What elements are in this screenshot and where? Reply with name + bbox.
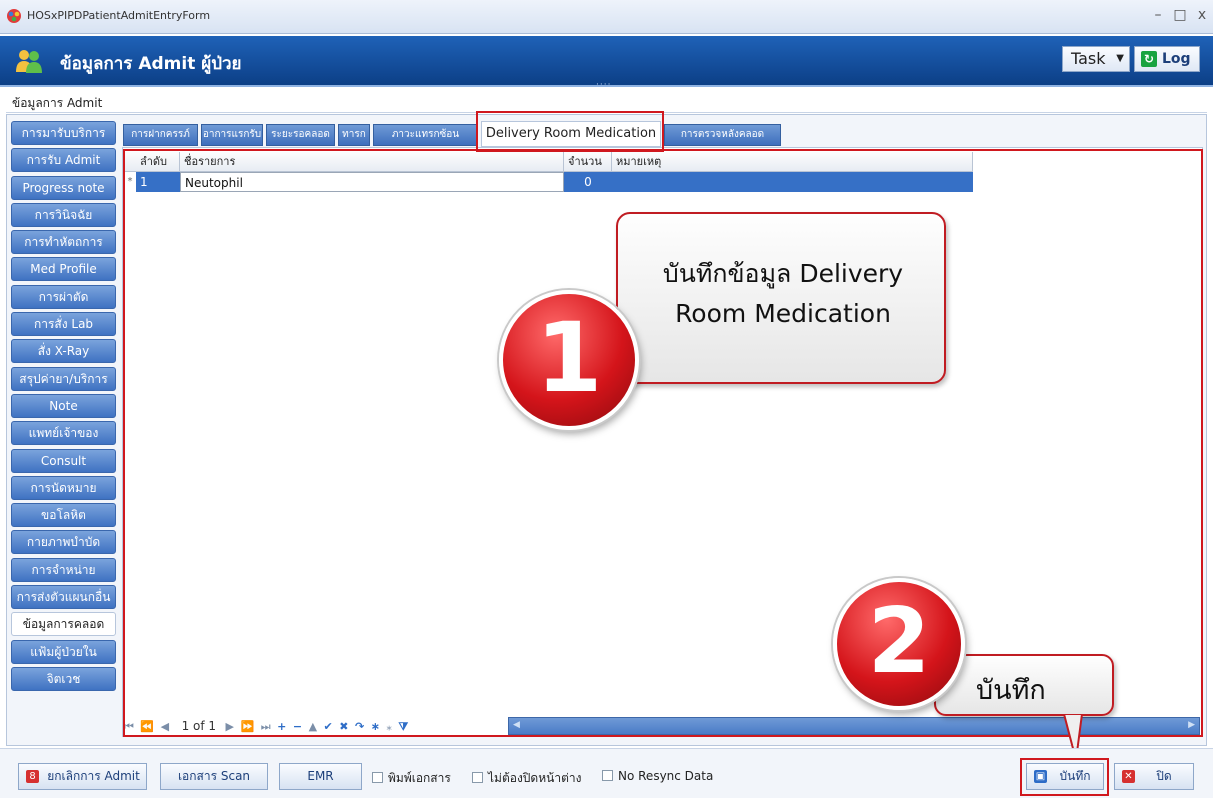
patients-icon xyxy=(16,50,42,73)
tab-admission-symptoms[interactable]: อาการแรกรับ xyxy=(201,124,263,146)
sidebar-item-psychiatry[interactable]: จิตเวช xyxy=(11,666,116,691)
sidebar-item-ipd-file[interactable]: แฟ้มผู้ป่วยใน xyxy=(11,639,116,664)
callout-step-1-text: บันทึกข้อมูล Delivery Room Medication xyxy=(618,254,948,334)
sidebar-item-visit[interactable]: การมารับบริการ xyxy=(11,121,116,145)
sidebar-item-surgery[interactable]: การผ่าตัด xyxy=(11,284,116,309)
window-close-button[interactable]: x xyxy=(1194,7,1210,23)
sidebar-item-note[interactable]: Note xyxy=(11,393,116,418)
sidebar-item-transfer[interactable]: การส่งตัวแผนกอื่น xyxy=(11,585,116,610)
callout-step-1-line2: Room Medication xyxy=(675,299,891,328)
callout-step-2-text: บันทึก xyxy=(976,675,1046,706)
print-documents-checkbox[interactable]: พิมพ์เอกสาร xyxy=(372,769,451,788)
window-titlebar: HOSxPIPDPatientAdmitEntryForm – □ x xyxy=(0,0,1213,34)
sidebar-item-cost-summary[interactable]: สรุปค่ายา/บริการ xyxy=(11,366,116,391)
close-icon: ✕ xyxy=(1122,770,1135,783)
chevron-down-icon: ▼ xyxy=(1116,53,1124,64)
sidebar-item-diagnosis[interactable]: การวินิจฉัย xyxy=(11,202,116,227)
checkbox-box[interactable] xyxy=(372,772,383,783)
log-button[interactable]: ↻ Log xyxy=(1134,46,1200,72)
print-documents-label: พิมพ์เอกสาร xyxy=(388,771,451,785)
task-label: Task xyxy=(1071,49,1106,68)
save-highlight xyxy=(1020,758,1109,796)
sidebar-item-attending-doctor[interactable]: แพทย์เจ้าของ xyxy=(11,421,116,446)
tab-antenatal[interactable]: การฝากครรภ์ xyxy=(123,124,198,146)
maximize-button[interactable]: □ xyxy=(1172,7,1188,23)
sidebar-item-discharge[interactable]: การจำหน่าย xyxy=(11,557,116,582)
form-title: ข้อมูลการ Admit ผู้ป่วย xyxy=(60,54,242,74)
keep-window-open-checkbox[interactable]: ไม่ต้องปิดหน้าต่าง xyxy=(472,769,581,788)
checkbox-box[interactable] xyxy=(472,772,483,783)
sidebar-item-physiotherapy[interactable]: กายภาพบำบัด xyxy=(11,530,116,555)
log-label: Log xyxy=(1162,51,1191,67)
keep-window-open-label: ไม่ต้องปิดหน้าต่าง xyxy=(488,771,582,785)
cancel-admit-label: ยกเลิกการ Admit xyxy=(47,769,140,783)
splitter-grip[interactable]: ···· xyxy=(596,80,611,90)
close-button[interactable]: ✕ ปิด xyxy=(1114,763,1194,790)
close-label: ปิด xyxy=(1156,769,1172,783)
sidebar-item-blood-request[interactable]: ขอโลหิต xyxy=(11,503,116,528)
emr-button[interactable]: EMR xyxy=(279,763,362,790)
cancel-admit-button[interactable]: 8 ยกเลิกการ Admit xyxy=(18,763,147,790)
tab-newborn[interactable]: ทารก xyxy=(338,124,370,146)
checkbox-box[interactable] xyxy=(602,770,613,781)
callout-step-1: บันทึกข้อมูล Delivery Room Medication xyxy=(616,212,946,384)
sidebar-item-med-profile[interactable]: Med Profile xyxy=(11,257,116,282)
sidebar-item-appointment[interactable]: การนัดหมาย xyxy=(11,475,116,500)
sidebar: การมารับบริการ การรับ Admit Progress not… xyxy=(11,121,119,694)
step-1-badge: 1 xyxy=(499,290,639,430)
tab-labor-stage[interactable]: ระยะรอคลอด xyxy=(266,124,335,146)
tab-highlight xyxy=(476,111,664,152)
sidebar-item-xray-order[interactable]: สั่ง X-Ray xyxy=(11,339,116,364)
sidebar-item-lab-order[interactable]: การสั่ง Lab xyxy=(11,312,116,337)
scan-documents-button[interactable]: เอกสาร Scan xyxy=(160,763,268,790)
callout-step-1-line1: บันทึกข้อมูล Delivery xyxy=(662,259,904,288)
minimize-button[interactable]: – xyxy=(1150,7,1166,23)
group-label: ข้อมูลการ Admit xyxy=(12,96,103,110)
sidebar-item-procedures[interactable]: การทำหัตถการ xyxy=(11,230,116,255)
tab-complications[interactable]: ภาวะแทรกซ้อน xyxy=(373,124,478,146)
log-icon: ↻ xyxy=(1141,51,1157,67)
tab-postpartum-exam[interactable]: การตรวจหลังคลอด xyxy=(664,124,781,146)
sidebar-item-progress-note[interactable]: Progress note xyxy=(11,175,116,200)
no-resync-label: No Resync Data xyxy=(618,769,714,783)
sidebar-item-delivery[interactable]: ข้อมูลการคลอด xyxy=(11,612,116,637)
window-title: HOSxPIPDPatientAdmitEntryForm xyxy=(27,9,211,22)
task-dropdown[interactable]: Task ▼ xyxy=(1062,46,1130,72)
sidebar-item-consult[interactable]: Consult xyxy=(11,448,116,473)
no-resync-checkbox[interactable]: No Resync Data xyxy=(602,769,713,783)
app-logo-icon xyxy=(7,9,21,23)
sidebar-item-admit[interactable]: การรับ Admit xyxy=(11,148,116,173)
step-2-badge: 2 xyxy=(833,578,965,710)
cancel-admit-icon: 8 xyxy=(26,770,39,783)
